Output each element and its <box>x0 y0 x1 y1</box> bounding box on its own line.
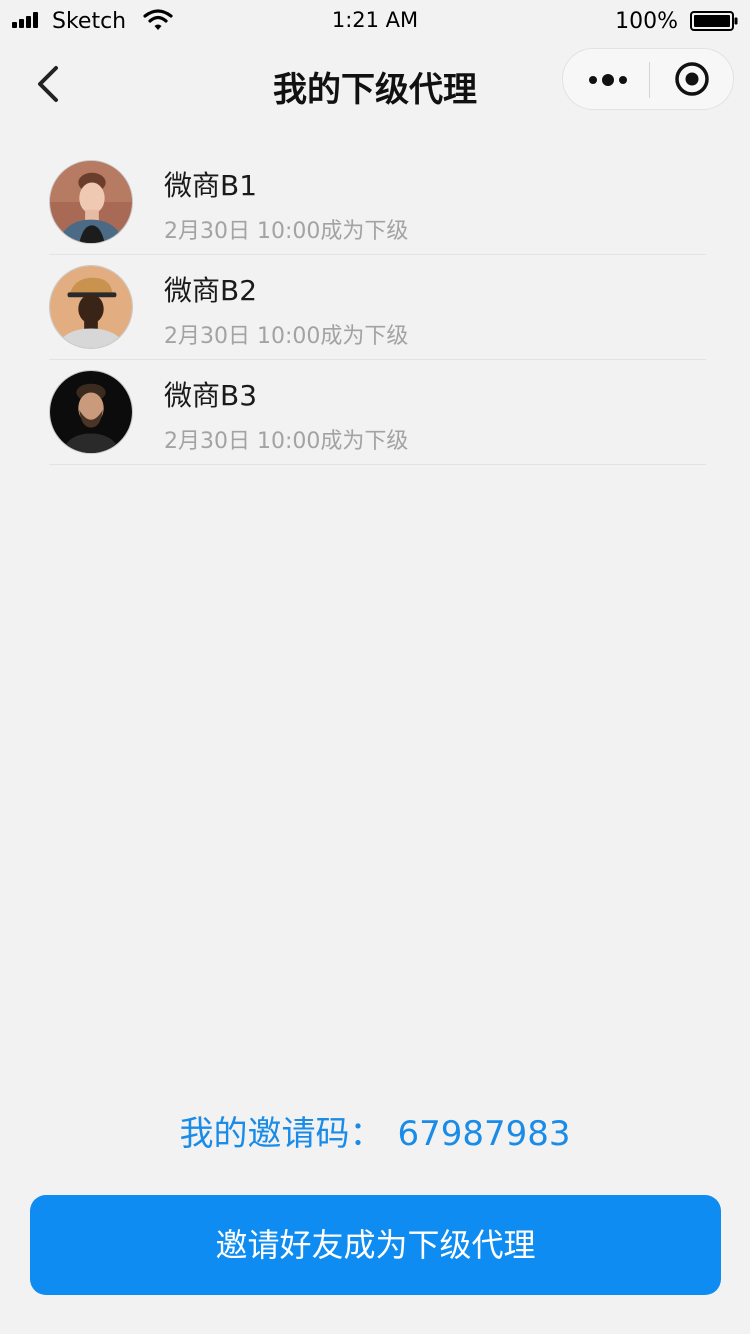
agent-name: 微商B3 <box>164 379 258 412</box>
agent-list-item[interactable]: 微商B3 2月30日 10:00成为下级 <box>0 360 750 465</box>
close-target-icon <box>675 62 709 96</box>
agent-join-time: 2月30日 10:00成为下级 <box>164 219 409 244</box>
navigation-bar: 我的下级代理 <box>0 42 750 130</box>
row-divider <box>49 464 706 465</box>
battery-icon <box>690 11 738 31</box>
invite-friends-button[interactable]: 邀请好友成为下级代理 <box>30 1195 721 1295</box>
agent-join-time: 2月30日 10:00成为下级 <box>164 429 409 454</box>
agent-list-item[interactable]: 微商B1 2月30日 10:00成为下级 <box>0 150 750 255</box>
avatar-photo-man-cap-icon <box>50 266 132 348</box>
invite-code: 我的邀请码： 67987983 <box>0 1106 750 1155</box>
agent-list-item[interactable]: 微商B2 2月30日 10:00成为下级 <box>0 255 750 360</box>
invite-code-label: 我的邀请码： <box>179 1114 384 1154</box>
agent-list: 微商B1 2月30日 10:00成为下级 微商B2 2月30日 10:00成为下… <box>0 150 750 465</box>
avatar <box>49 160 133 244</box>
more-dots-icon <box>589 74 627 86</box>
avatar-photo-woman-icon <box>50 161 132 243</box>
invite-code-value: 67987983 <box>397 1114 571 1154</box>
close-mini-program-button[interactable] <box>650 49 734 109</box>
status-bar: Sketch 1:21 AM 100% <box>0 0 750 42</box>
battery-percent: 100% <box>615 9 678 34</box>
agent-join-time: 2月30日 10:00成为下级 <box>164 324 409 349</box>
agent-name: 微商B2 <box>164 274 258 307</box>
agent-name: 微商B1 <box>164 169 258 202</box>
avatar <box>49 265 133 349</box>
mini-program-capsule <box>562 48 734 110</box>
avatar-photo-man-beard-icon <box>50 371 132 453</box>
avatar <box>49 370 133 454</box>
more-button[interactable] <box>563 49 649 109</box>
